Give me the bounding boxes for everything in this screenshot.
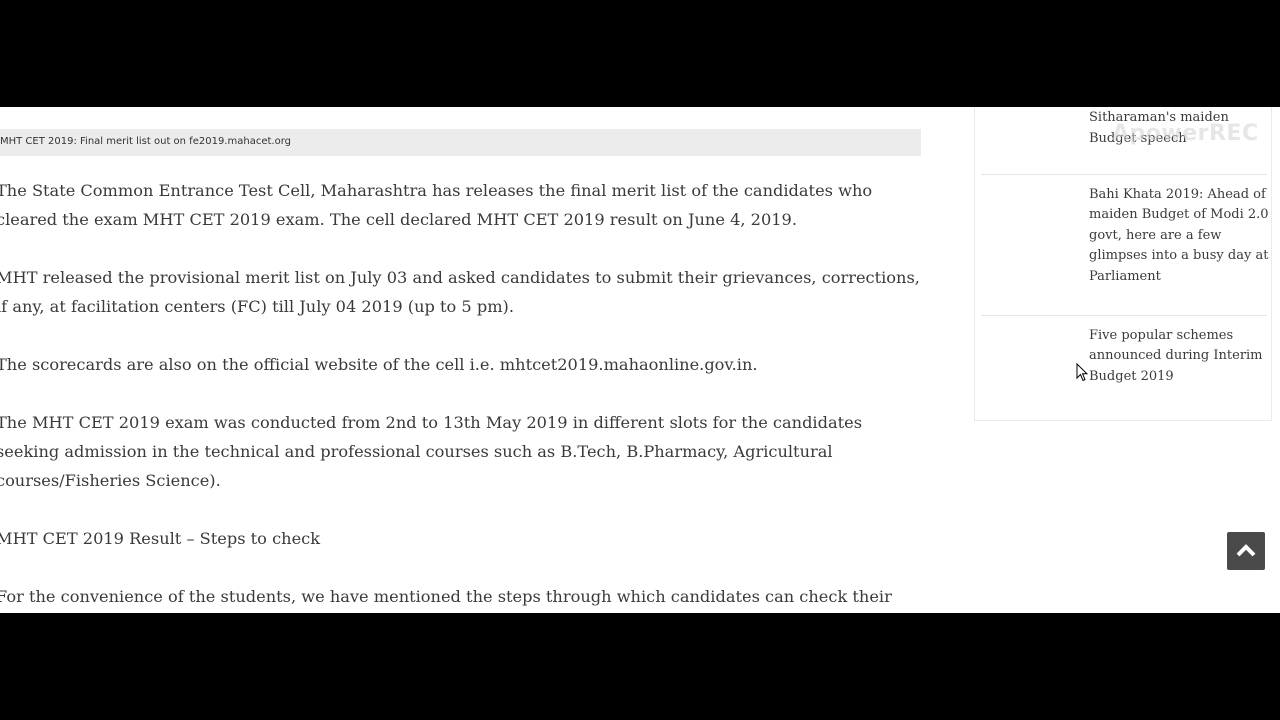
- article-paragraph-3: The scorecards are also on the official …: [0, 355, 758, 374]
- sidebar-item-popular-schemes[interactable]: Five popular schemes announced during In…: [981, 316, 1267, 416]
- article-paragraph-5: For the convenience of the students, we …: [0, 587, 892, 606]
- sidebar-item-title[interactable]: Five popular schemes announced during In…: [1089, 326, 1269, 387]
- related-news-sidebar: takeaways of FM Nirmala Sitharaman's mai…: [974, 107, 1272, 421]
- sidebar-item-title[interactable]: Bahi Khata 2019: Ahead of maiden Budget …: [1089, 185, 1269, 287]
- page-viewport: MHT CET 2019: Final merit list out on fe…: [0, 107, 1280, 613]
- image-caption: MHT CET 2019: Final merit list out on fe…: [0, 129, 921, 156]
- image-caption-text: MHT CET 2019: Final merit list out on fe…: [0, 136, 291, 147]
- mouse-pointer-icon: [1076, 363, 1088, 382]
- sidebar-item-bahi-khata[interactable]: Bahi Khata 2019: Ahead of maiden Budget …: [981, 175, 1269, 315]
- back-to-top-button[interactable]: [1227, 532, 1265, 570]
- chevron-up-icon: [1236, 544, 1256, 557]
- article-paragraph-2: MHT released the provisional merit list …: [0, 268, 920, 316]
- article-paragraph-4: The MHT CET 2019 exam was conducted from…: [0, 413, 863, 490]
- recorder-watermark: ApowerREC: [1112, 121, 1259, 146]
- article-subheading: MHT CET 2019 Result – Steps to check: [0, 529, 321, 548]
- article-paragraph-1: The State Common Entrance Test Cell, Mah…: [0, 181, 873, 229]
